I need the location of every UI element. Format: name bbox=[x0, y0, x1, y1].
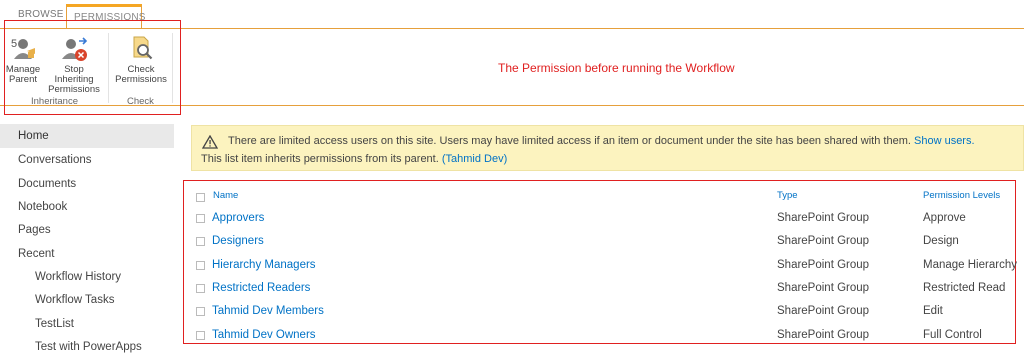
group-name-link[interactable]: Tahmid Dev Owners bbox=[212, 329, 316, 341]
column-header-permission-levels[interactable]: Permission Levels bbox=[923, 190, 1000, 201]
row-checkbox[interactable] bbox=[196, 284, 205, 293]
permission-level: Full Control bbox=[923, 329, 982, 341]
group-type: SharePoint Group bbox=[777, 259, 870, 271]
table-row: Designers SharePoint Group Design bbox=[190, 232, 1020, 255]
nav-item-workflow-tasks[interactable]: Workflow Tasks bbox=[35, 294, 114, 306]
group-type: SharePoint Group bbox=[777, 329, 870, 341]
table-row: Hierarchy Managers SharePoint Group Mana… bbox=[190, 256, 1020, 279]
nav-item-notebook[interactable]: Notebook bbox=[18, 201, 67, 213]
nav-item-pages[interactable]: Pages bbox=[18, 224, 51, 236]
group-name-link[interactable]: Hierarchy Managers bbox=[212, 259, 316, 271]
nav-item-testlist[interactable]: TestList bbox=[35, 318, 74, 330]
column-header-name[interactable]: Name bbox=[213, 190, 238, 201]
nav-item-test-with-powerapps[interactable]: Test with PowerApps bbox=[35, 341, 142, 353]
banner-line-1: There are limited access users on this s… bbox=[228, 135, 975, 147]
warning-icon bbox=[202, 135, 218, 149]
group-name-link[interactable]: Restricted Readers bbox=[212, 282, 310, 294]
group-name-link[interactable]: Approvers bbox=[212, 212, 264, 224]
row-checkbox[interactable] bbox=[196, 214, 205, 223]
table-row: Tahmid Dev Owners SharePoint Group Full … bbox=[190, 326, 1020, 349]
nav-item-conversations[interactable]: Conversations bbox=[18, 154, 92, 166]
group-name-link[interactable]: Tahmid Dev Members bbox=[212, 305, 324, 317]
permission-level: Approve bbox=[923, 212, 966, 224]
tab-browse[interactable]: BROWSE bbox=[18, 9, 64, 20]
limited-access-banner: There are limited access users on this s… bbox=[191, 125, 1024, 171]
row-checkbox[interactable] bbox=[196, 307, 205, 316]
table-row: Restricted Readers SharePoint Group Rest… bbox=[190, 279, 1020, 302]
annotation-text: The Permission before running the Workfl… bbox=[498, 61, 735, 75]
banner-line-2: This list item inherits permissions from… bbox=[201, 153, 507, 165]
row-checkbox[interactable] bbox=[196, 331, 205, 340]
permission-level: Restricted Read bbox=[923, 282, 1006, 294]
row-checkbox[interactable] bbox=[196, 261, 205, 270]
nav-item-recent: Recent bbox=[18, 248, 55, 260]
group-type: SharePoint Group bbox=[777, 305, 870, 317]
column-header-type[interactable]: Type bbox=[777, 190, 798, 201]
group-type: SharePoint Group bbox=[777, 235, 870, 247]
permission-level: Edit bbox=[923, 305, 943, 317]
permission-level: Design bbox=[923, 235, 959, 247]
banner-line-2-text: This list item inherits permissions from… bbox=[201, 153, 439, 165]
permission-level: Manage Hierarchy bbox=[923, 259, 1017, 271]
banner-line-1-text: There are limited access users on this s… bbox=[228, 135, 911, 147]
parent-site-link[interactable]: (Tahmid Dev) bbox=[442, 153, 507, 165]
group-name-link[interactable]: Designers bbox=[212, 235, 264, 247]
nav-item-home[interactable]: Home bbox=[0, 124, 174, 148]
group-type: SharePoint Group bbox=[777, 282, 870, 294]
select-all-checkbox[interactable] bbox=[196, 193, 205, 202]
highlight-box-ribbon bbox=[4, 20, 181, 115]
group-type: SharePoint Group bbox=[777, 212, 870, 224]
row-checkbox[interactable] bbox=[196, 237, 205, 246]
show-users-link[interactable]: Show users. bbox=[914, 135, 975, 147]
table-row: Tahmid Dev Members SharePoint Group Edit bbox=[190, 302, 1020, 325]
nav-item-documents[interactable]: Documents bbox=[18, 178, 76, 190]
table-row: Approvers SharePoint Group Approve bbox=[190, 209, 1020, 232]
nav-item-workflow-history[interactable]: Workflow History bbox=[35, 271, 121, 283]
